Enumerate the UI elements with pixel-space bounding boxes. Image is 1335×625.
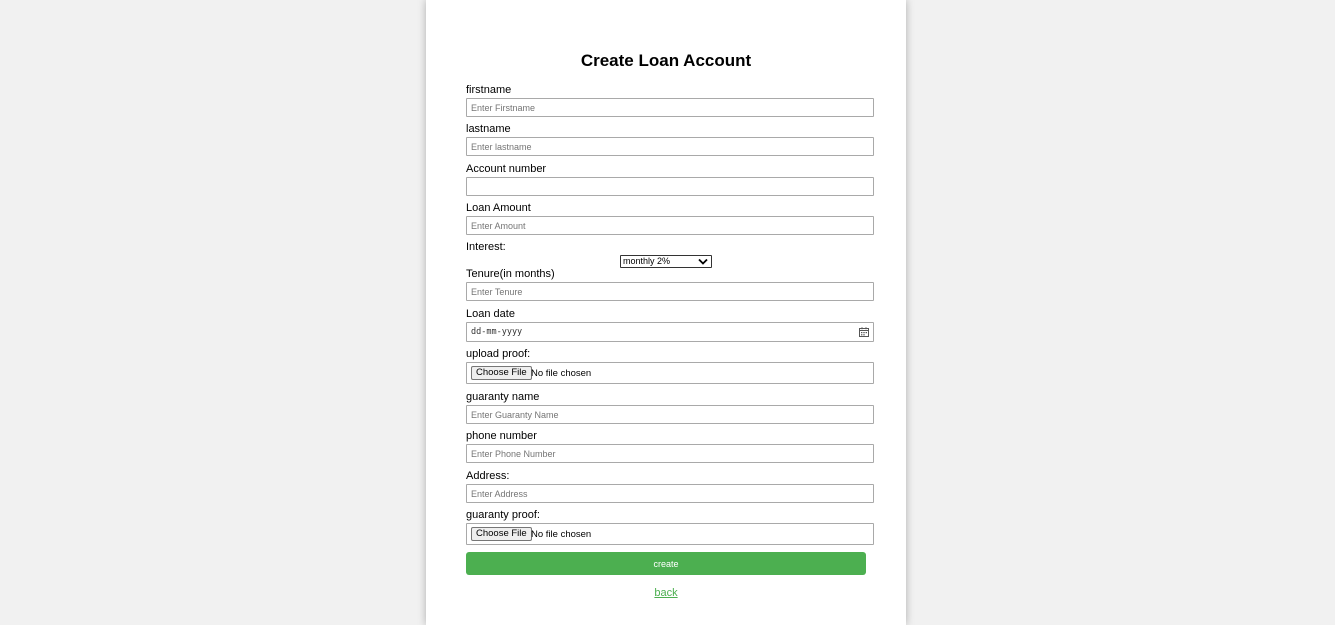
guaranty-name-input[interactable]: [466, 405, 874, 424]
interest-select[interactable]: monthly 2%: [620, 255, 712, 268]
interest-selected-value: monthly 2%: [623, 256, 671, 266]
lastname-label: lastname: [466, 123, 511, 135]
guaranty-proof-choose-file-button[interactable]: Choose File: [471, 527, 532, 541]
interest-label: Interest:: [466, 241, 506, 253]
upload-proof-file-input: Choose File No file chosen: [466, 362, 874, 384]
address-label: Address:: [466, 470, 510, 482]
guaranty-proof-file-input: Choose File No file chosen: [466, 523, 874, 545]
upload-proof-choose-file-button[interactable]: Choose File: [471, 366, 532, 380]
account-number-input[interactable]: [466, 177, 874, 196]
account-number-label: Account number: [466, 163, 547, 175]
tenure-label: Tenure(in months): [466, 268, 555, 280]
phone-number-label: phone number: [466, 430, 537, 442]
create-button[interactable]: create: [466, 552, 866, 575]
guaranty-proof-label: guaranty proof:: [466, 509, 540, 521]
chevron-down-icon: [698, 258, 708, 265]
firstname-input[interactable]: [466, 98, 874, 117]
guaranty-proof-file-status: No file chosen: [531, 529, 592, 540]
page-title: Create Loan Account: [580, 51, 752, 70]
loan-form-card: Create Loan Account firstname lastname A…: [426, 0, 906, 625]
lastname-input[interactable]: [466, 137, 874, 156]
tenure-input[interactable]: [466, 282, 874, 301]
loan-date-label: Loan date: [466, 308, 515, 320]
loan-amount-input[interactable]: [466, 216, 874, 235]
guaranty-name-label: guaranty name: [466, 391, 540, 403]
upload-proof-label: upload proof:: [466, 348, 531, 360]
firstname-label: firstname: [466, 84, 512, 96]
phone-number-input[interactable]: [466, 444, 874, 463]
address-input[interactable]: [466, 484, 874, 503]
calendar-icon[interactable]: [859, 327, 869, 337]
loan-date-input[interactable]: dd-mm-yyyy: [466, 322, 874, 342]
loan-amount-label: Loan Amount: [466, 202, 531, 214]
loan-date-placeholder: dd-mm-yyyy: [471, 327, 523, 337]
upload-proof-file-status: No file chosen: [531, 368, 592, 379]
back-link[interactable]: back: [426, 587, 906, 599]
